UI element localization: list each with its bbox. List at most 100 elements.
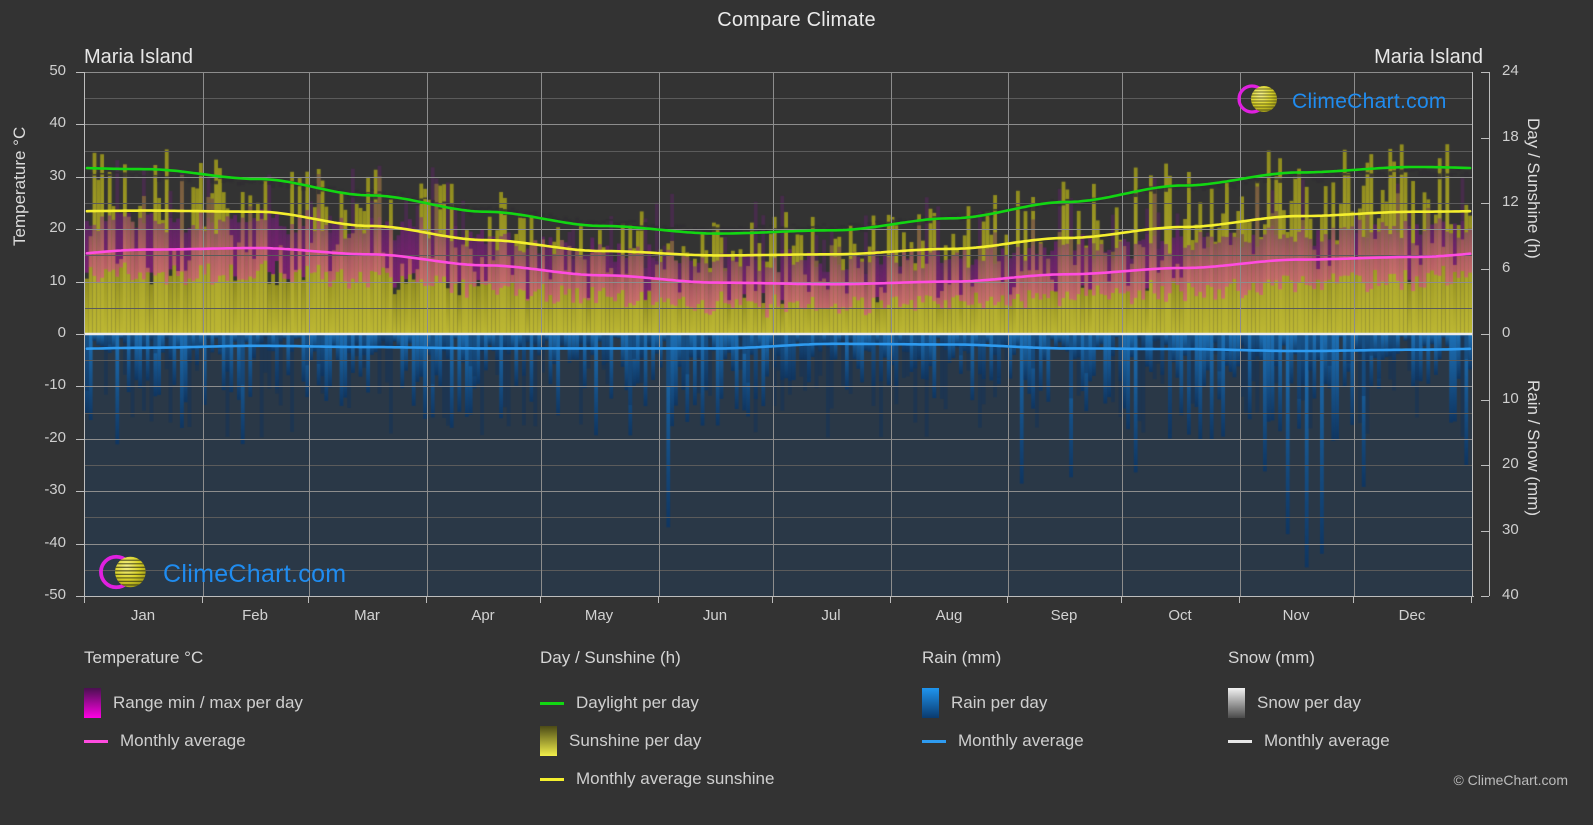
x-axis-month-label: Aug (935, 607, 963, 624)
legend-item[interactable]: Daylight per day (540, 684, 774, 722)
legend-item-label: Sunshine per day (569, 731, 702, 750)
legend-item[interactable]: Snow per day (1228, 684, 1390, 722)
page-title: Compare Climate (717, 9, 876, 31)
y-axis-left-tick (76, 72, 84, 73)
x-axis-tick (1239, 596, 1240, 603)
x-axis-tick (1471, 596, 1472, 603)
y-axis-right-top-tick-label: 0 (1502, 324, 1511, 341)
legend-swatch-line-wrap (540, 777, 564, 781)
copyright-text: © ClimeChart.com (1453, 772, 1568, 788)
x-axis-month-label: Feb (242, 607, 268, 624)
y-axis-left-tick-label: 10 (49, 272, 66, 289)
y-axis-right-bottom-tick-label: 40 (1502, 586, 1519, 603)
x-axis-month-label: Dec (1398, 607, 1426, 624)
logo-text: ClimeChart.com (163, 560, 347, 588)
y-axis-left-tick-label: 30 (49, 167, 66, 184)
y-axis-right-bottom-tick (1481, 400, 1489, 401)
y-axis-left-tick (76, 596, 84, 597)
y-axis-left-tick (76, 491, 84, 492)
x-axis-tick (1121, 596, 1122, 603)
y-axis-left-tick (76, 386, 84, 387)
y-axis-right-bottom-tick-label: 20 (1502, 455, 1519, 472)
y-axis-left-tick (76, 229, 84, 230)
legend-item-label: Monthly average (1264, 731, 1390, 750)
legend-item-label: Monthly average (958, 731, 1084, 750)
climechart-logo-bottom: ClimeChart.com (95, 552, 346, 597)
legend-heading: Rain (mm) (922, 648, 1002, 667)
axis-right-line (1489, 72, 1490, 596)
climate-plot-area (84, 72, 1473, 596)
y-axis-right-bottom-tick (1481, 465, 1489, 466)
y-axis-right-bottom-tick-label: 30 (1502, 521, 1519, 538)
x-axis-month-label: May (584, 607, 614, 624)
logo-icon (1237, 84, 1277, 114)
legend-item-label: Monthly average (120, 731, 246, 750)
y-axis-left-tick-label: 0 (57, 324, 66, 341)
monthly-average-lines (85, 165, 1472, 353)
legend-swatch-gradient (922, 688, 939, 718)
legend-item-label: Rain per day (951, 693, 1048, 712)
legend-swatch-line-wrap (84, 739, 108, 743)
y-axis-right-top-tick (1481, 72, 1489, 73)
legend-item[interactable]: Rain per day (922, 684, 1084, 722)
y-axis-left-tick (76, 334, 84, 335)
y-axis-left-tick-label: -10 (44, 376, 66, 393)
x-axis-tick (540, 596, 541, 603)
legend-item[interactable]: Range min / max per day (84, 684, 303, 722)
y-axis-right-bottom-tick (1481, 596, 1489, 597)
location-label-right: Maria Island (1374, 46, 1483, 68)
legend-swatch-gradient (84, 688, 101, 718)
legend-item-label: Snow per day (1257, 693, 1361, 712)
x-axis-tick (1353, 596, 1354, 603)
x-axis-month-label: Jul (821, 607, 841, 624)
x-axis-tick (658, 596, 659, 603)
y-axis-left-tick-label: 50 (49, 62, 66, 79)
x-axis-tick (426, 596, 427, 603)
x-axis-month-label: Oct (1168, 607, 1192, 624)
y-axis-left-tick-label: 20 (49, 219, 66, 236)
y-axis-left-tick (76, 439, 84, 440)
legend-item[interactable]: Sunshine per day (540, 722, 774, 760)
legend-heading: Day / Sunshine (h) (540, 648, 681, 667)
legend-swatch-line (922, 739, 946, 743)
y-axis-left-tick-label: -50 (44, 586, 66, 603)
x-axis-month-label: Nov (1282, 607, 1310, 624)
y-axis-right-bottom-tick-label: 10 (1502, 390, 1519, 407)
x-axis-tick (890, 596, 891, 603)
y-axis-right-top-tick-label: 6 (1502, 259, 1511, 276)
chart-legend: Temperature °C Range min / max per day Mon… (0, 648, 1593, 823)
legend-item[interactable]: Monthly average sunshine (540, 760, 774, 798)
legend-item[interactable]: Monthly average (1228, 722, 1390, 760)
y-axis-left-tick-label: 40 (49, 114, 66, 131)
legend-column: Day / Sunshine (h) Daylight per day Sunshi… (540, 648, 774, 798)
x-axis-tick (772, 596, 773, 603)
legend-column: Rain (mm) Rain per day Monthly average (922, 648, 1084, 760)
legend-item[interactable]: Monthly average (84, 722, 303, 760)
legend-swatch-line-wrap (540, 701, 564, 705)
y-axis-right-top-tick (1481, 138, 1489, 139)
x-axis-tick (202, 596, 203, 603)
location-label-left: Maria Island (84, 46, 193, 68)
y-axis-left-tick (76, 124, 84, 125)
legend-item-label: Monthly average sunshine (576, 769, 775, 788)
y-axis-right-top-tick-label: 18 (1502, 128, 1519, 145)
y-axis-right-top-tick-label: 12 (1502, 193, 1519, 210)
x-axis-month-label: Jan (130, 607, 156, 624)
y-axis-left-tick (76, 177, 84, 178)
logo-icon (99, 554, 146, 590)
x-axis-tick (84, 596, 85, 603)
y-axis-left-tick-label: -30 (44, 481, 66, 498)
x-axis-tick (308, 596, 309, 603)
y-axis-right-bottom-tick (1481, 531, 1489, 532)
y-axis-left-tick (76, 544, 84, 545)
x-axis-tick (1007, 596, 1008, 603)
legend-item[interactable]: Monthly average (922, 722, 1084, 760)
x-axis-month-label: Jun (702, 607, 728, 624)
legend-swatch-line (84, 739, 108, 743)
legend-item-label: Range min / max per day (113, 693, 303, 712)
legend-swatch-gradient (540, 726, 557, 756)
legend-swatch-line (540, 701, 564, 705)
y-axis-right-top-tick (1481, 334, 1489, 335)
climechart-logo-top: ClimeChart.com (1234, 82, 1447, 121)
legend-swatch-line (540, 777, 564, 781)
